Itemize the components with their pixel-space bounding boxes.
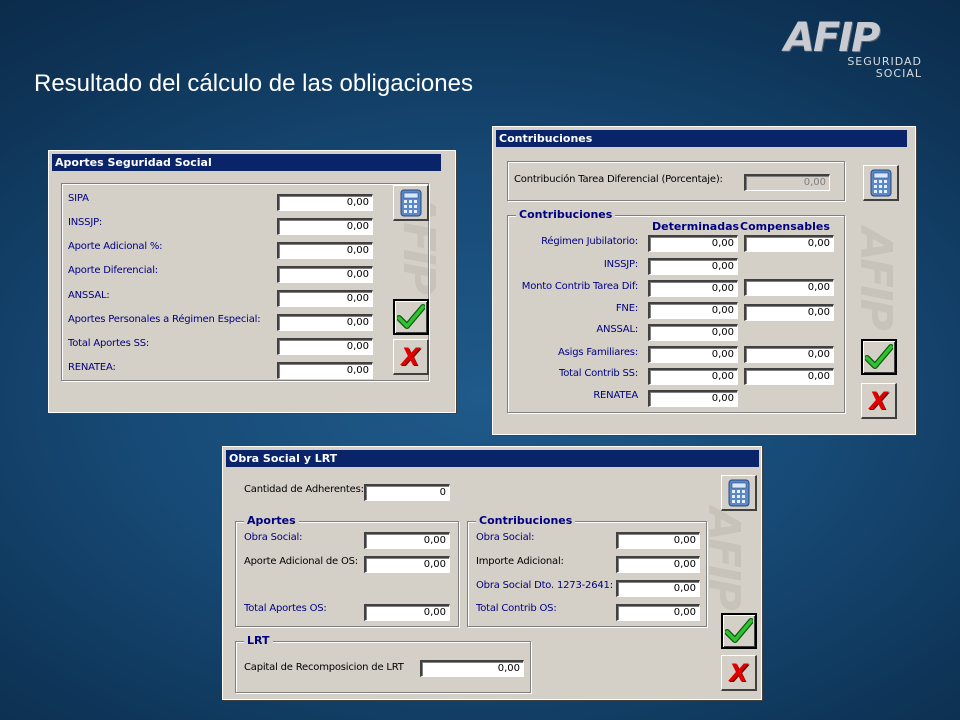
contrib-comp-asigs[interactable]: 0,00 (744, 346, 834, 363)
checkmark-icon (725, 618, 753, 643)
obra-social-window-title: Obra Social y LRT (226, 450, 759, 467)
aportes-row-label: Aporte Diferencial: (68, 265, 158, 276)
aportes-field-regimen-especial[interactable]: 0,00 (277, 314, 373, 331)
aportes-field-inssjp[interactable]: 0,00 (277, 218, 373, 235)
cancel-button[interactable]: X (393, 339, 429, 375)
calculator-icon (870, 169, 891, 196)
aportes-row-label: Total Aportes SS: (68, 338, 150, 349)
contrib-row-label: Total Contrib SS: (559, 368, 638, 379)
contrib-row-label: Régimen Jubilatorio: (541, 236, 638, 247)
col-header-determinadas: Determinadas (652, 220, 740, 233)
col-header-compensables: Compensables (740, 220, 830, 233)
aportes-row-label: ANSSAL: (68, 290, 110, 301)
obra-contrib-dto[interactable]: 0,00 (616, 580, 700, 597)
aportes-row-label: Aportes Personales a Régimen Especial: (68, 314, 261, 325)
obra-aportes-total[interactable]: 0,00 (364, 604, 450, 621)
contribuciones-group-label: Contribuciones (516, 208, 616, 221)
contrib-comp-total[interactable]: 0,00 (744, 368, 834, 385)
contrib-row-label: ANSSAL: (596, 324, 638, 335)
calculator-icon (728, 479, 749, 506)
obra-aportes-group: Aportes Obra Social: 0,00 Aporte Adicion… (235, 514, 459, 627)
accept-button[interactable] (393, 299, 429, 335)
obra-contrib-group: Contribuciones Obra Social: 0,00 Importe… (467, 514, 707, 627)
contrib-row-label: RENATEA (593, 390, 638, 401)
obra-contrib-group-label: Contribuciones (476, 514, 576, 527)
obra-aportes-row-label: Total Aportes OS: (244, 603, 327, 614)
aportes-field-diferencial[interactable]: 0,00 (277, 266, 373, 283)
contribuciones-group: Contribuciones Determinadas Compensables… (507, 208, 845, 413)
aportes-field-adicional[interactable]: 0,00 (277, 242, 373, 259)
aportes-field-sipa[interactable]: 0,00 (277, 194, 373, 211)
adherentes-label: Cantidad de Adherentes: (244, 484, 364, 495)
x-icon: X (401, 342, 420, 371)
calculator-button[interactable] (721, 475, 757, 511)
aportes-window: Aportes Seguridad Social AFIP SIPA 0,00 … (48, 150, 456, 413)
lrt-group-label: LRT (244, 634, 273, 647)
lrt-label: Capital de Recomposicion de LRT (244, 662, 404, 673)
accept-button[interactable] (861, 339, 897, 375)
cancel-button[interactable]: X (721, 655, 757, 691)
aportes-row-label: Aporte Adicional %: (68, 241, 163, 252)
logo-mark: AFIP (784, 15, 880, 61)
tarea-diferencial-label: Contribución Tarea Diferencial (Porcenta… (514, 174, 723, 185)
obra-contrib-obra-social[interactable]: 0,00 (616, 532, 700, 549)
calculator-button[interactable] (393, 185, 429, 221)
obra-aportes-adicional[interactable]: 0,00 (364, 556, 450, 573)
obra-contrib-importe-adicional[interactable]: 0,00 (616, 556, 700, 573)
checkmark-icon (865, 344, 893, 369)
aportes-window-title: Aportes Seguridad Social (52, 154, 441, 171)
obra-contrib-row-label: Importe Adicional: (476, 556, 564, 567)
accept-button[interactable] (721, 613, 757, 649)
contrib-row-label: INSSJP: (603, 259, 638, 270)
obra-contrib-row-label: Total Contrib OS: (476, 603, 557, 614)
obra-aportes-group-label: Aportes (244, 514, 299, 527)
logo-subtitle: SEGURIDAD SOCIAL (847, 56, 922, 80)
lrt-field[interactable]: 0,00 (420, 660, 524, 677)
contrib-row-label: Asigs Familiares: (558, 347, 638, 358)
obra-contrib-total[interactable]: 0,00 (616, 604, 700, 621)
contrib-comp-fne[interactable]: 0,00 (744, 304, 834, 321)
adherentes-field[interactable]: 0 (364, 484, 450, 501)
contribuciones-window: Contribuciones AFIP Contribución Tarea D… (492, 126, 916, 435)
contrib-det-total[interactable]: 0,00 (648, 368, 738, 385)
tarea-diferencial-group: Contribución Tarea Diferencial (Porcenta… (507, 161, 845, 201)
obra-aportes-row-label: Aporte Adicional de OS: (244, 556, 358, 567)
contrib-det-regimen[interactable]: 0,00 (648, 235, 738, 252)
contrib-det-anssal[interactable]: 0,00 (648, 324, 738, 341)
contrib-row-label: FNE: (615, 303, 638, 314)
contrib-det-asigs[interactable]: 0,00 (648, 346, 738, 363)
watermark: AFIP (850, 227, 901, 328)
lrt-group: LRT Capital de Recomposicion de LRT 0,00 (235, 634, 531, 693)
aportes-group: SIPA 0,00 INSSJP: 0,00 Aporte Adicional … (61, 183, 429, 381)
obra-social-window: Obra Social y LRT AFIP Cantidad de Adher… (222, 446, 762, 700)
checkmark-icon (397, 304, 425, 329)
aportes-row-label: RENATEA: (68, 362, 116, 373)
contrib-comp-tarea-dif[interactable]: 0,00 (744, 279, 834, 296)
x-icon: X (729, 658, 748, 687)
afip-logo: AFIP SEGURIDAD SOCIAL (784, 16, 940, 86)
aportes-row-label: INSSJP: (68, 217, 103, 228)
contrib-det-fne[interactable]: 0,00 (648, 302, 738, 319)
contrib-det-tarea-dif[interactable]: 0,00 (648, 280, 738, 297)
logo-line2: SOCIAL (875, 67, 922, 80)
aportes-row-label: SIPA (68, 193, 89, 204)
aportes-field-total[interactable]: 0,00 (277, 338, 373, 355)
contribuciones-window-title: Contribuciones (496, 130, 907, 147)
slide-title: Resultado del cálculo de las obligacione… (34, 70, 473, 97)
calculator-icon (400, 189, 421, 216)
obra-contrib-row-label: Obra Social: (476, 532, 535, 543)
x-icon: X (869, 386, 888, 415)
tarea-diferencial-field[interactable]: 0,00 (744, 174, 830, 191)
cancel-button[interactable]: X (861, 383, 897, 419)
contrib-comp-regimen[interactable]: 0,00 (744, 235, 834, 252)
obra-contrib-row-label: Obra Social Dto. 1273-2641: (476, 580, 613, 591)
aportes-field-renatea[interactable]: 0,00 (277, 362, 373, 379)
calculator-button[interactable] (863, 165, 899, 201)
contrib-row-label: Monto Contrib Tarea Dif: (521, 281, 638, 292)
contrib-det-renatea[interactable]: 0,00 (648, 390, 738, 407)
obra-aportes-row-label: Obra Social: (244, 532, 303, 543)
contrib-det-inssjp[interactable]: 0,00 (648, 258, 738, 275)
obra-aportes-obra-social[interactable]: 0,00 (364, 532, 450, 549)
aportes-field-anssal[interactable]: 0,00 (277, 290, 373, 307)
